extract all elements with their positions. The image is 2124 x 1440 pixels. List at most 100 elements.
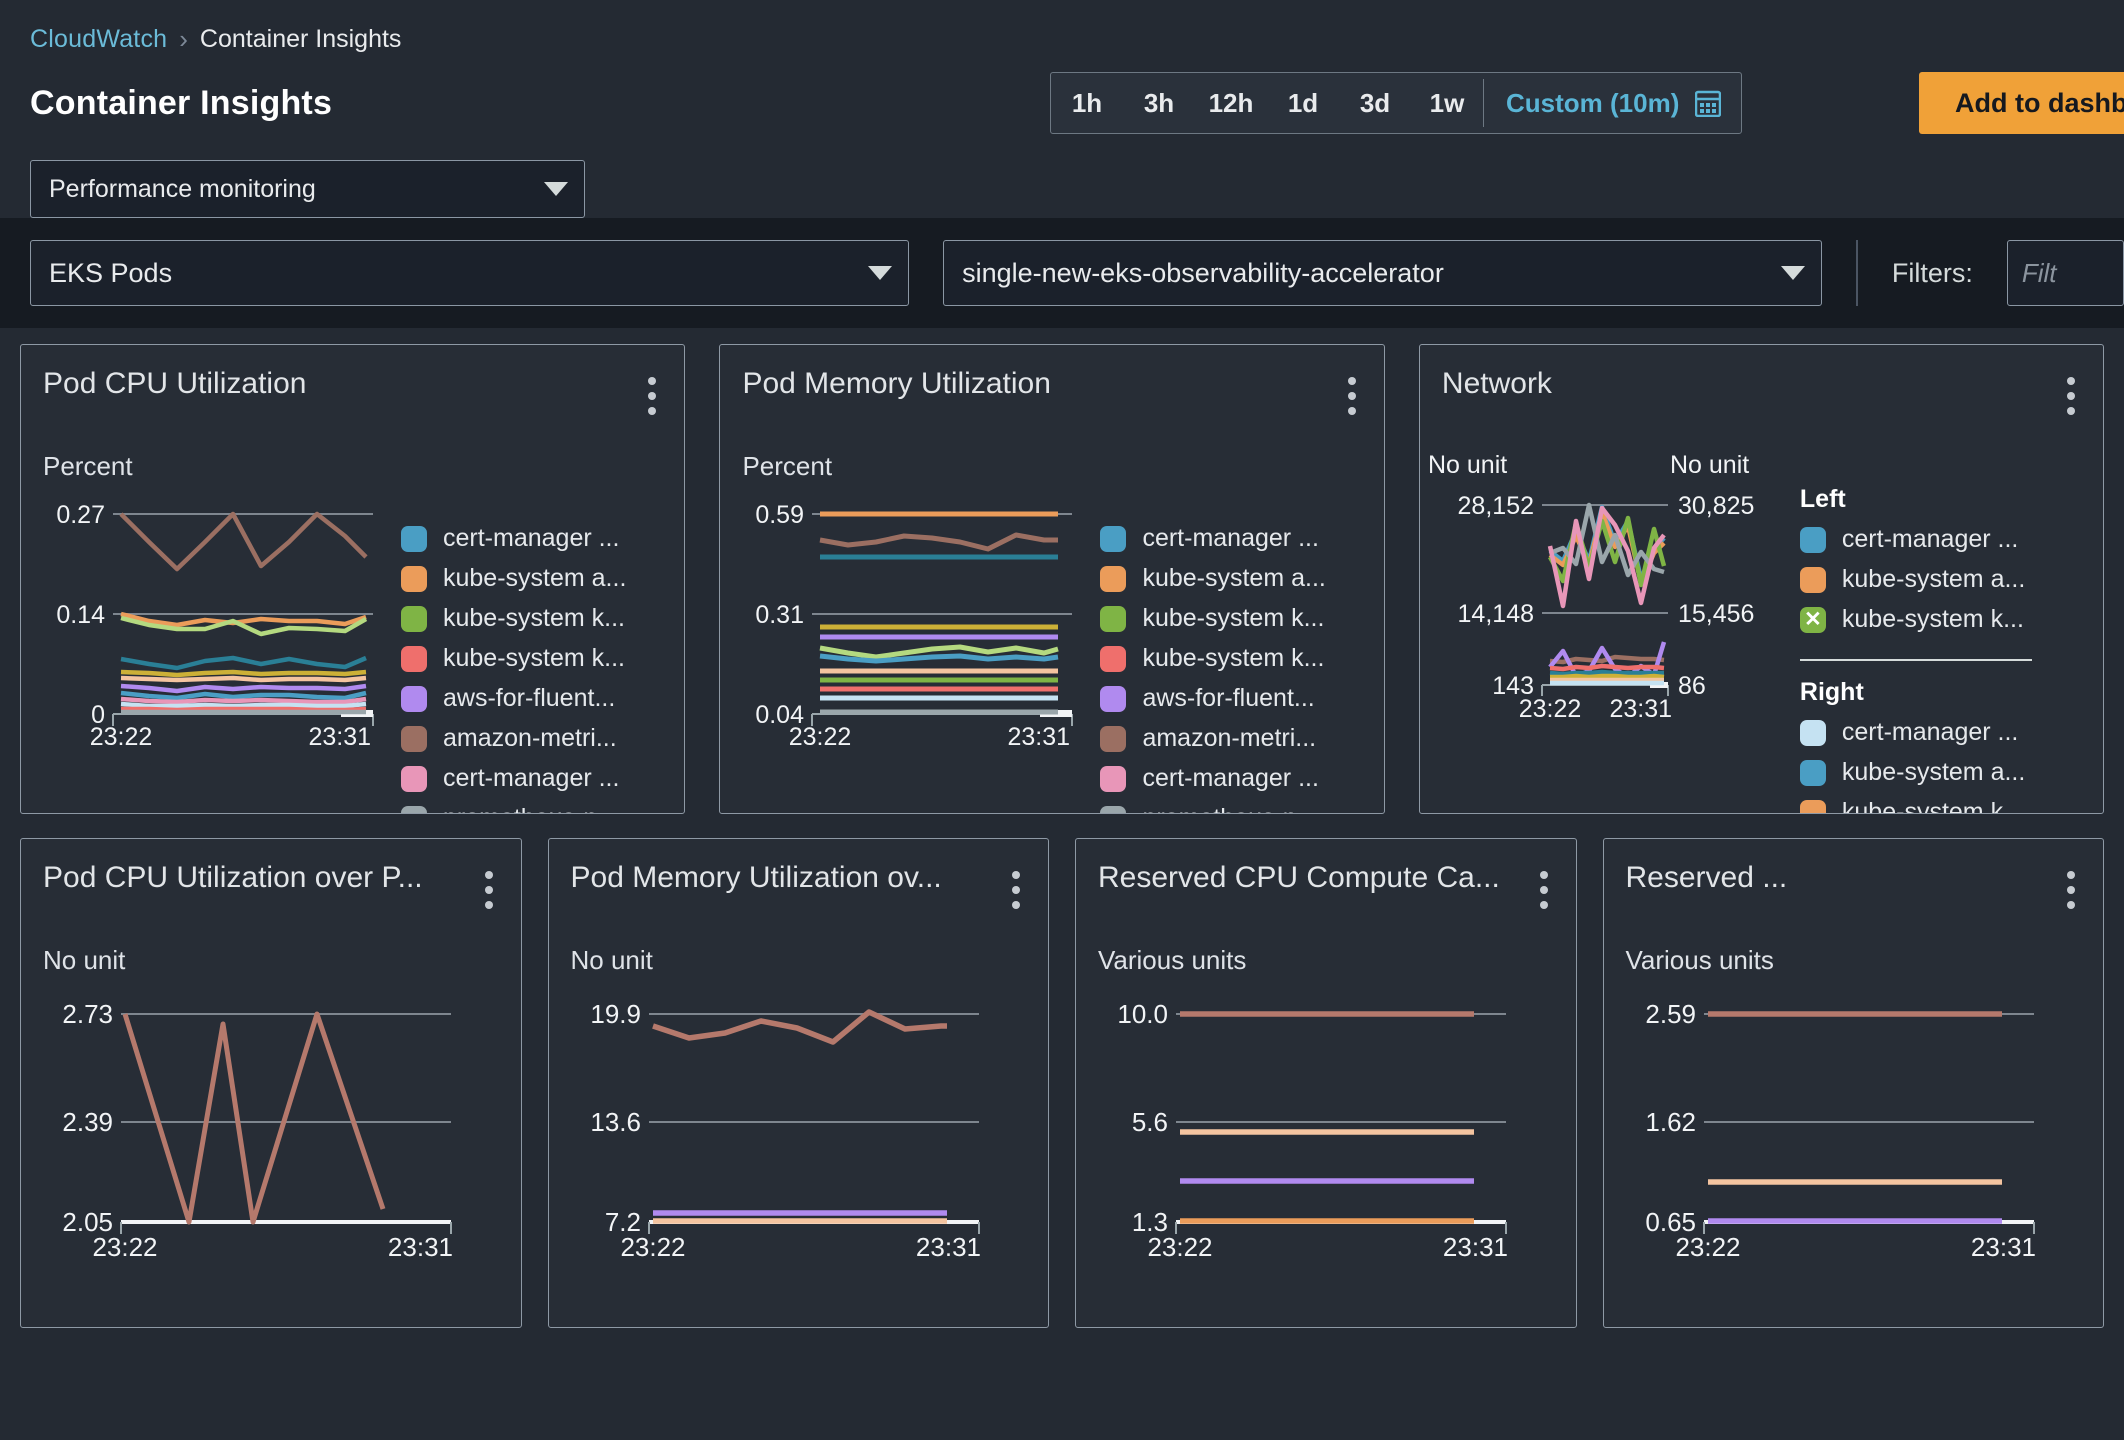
- widget-options-menu-icon[interactable]: [642, 367, 662, 425]
- add-to-dashboard-button[interactable]: Add to dashboa: [1919, 72, 2124, 134]
- widget-options-menu-icon[interactable]: [2061, 861, 2081, 919]
- x-tick-end: 23:31: [1970, 1232, 2035, 1260]
- legend-swatch-icon: [401, 766, 427, 792]
- legend-swatch-icon: [1100, 686, 1126, 712]
- legend-swatch-icon: [1800, 800, 1826, 815]
- chart-plot-area[interactable]: 19.9 13.6 7.2 23:22 23:31: [549, 976, 1049, 1260]
- performance-monitoring-select[interactable]: Performance monitoring: [30, 160, 585, 218]
- widget-reserved-memory-capacity: Reserved ... Various units 2.59 1.62 0.6…: [1603, 838, 2105, 1328]
- cluster-select[interactable]: single-new-eks-observability-accelerator: [943, 240, 1822, 306]
- widget-network: Network No unit No unit: [1419, 344, 2104, 814]
- legend-swatch-icon: [1100, 566, 1126, 592]
- time-range-3d[interactable]: 3d: [1339, 73, 1411, 133]
- legend-item[interactable]: prometheus-n...: [1100, 804, 1325, 814]
- legend-item[interactable]: aws-for-fluent...: [1100, 684, 1325, 713]
- top-chrome: CloudWatch › Container Insights Containe…: [0, 0, 2124, 218]
- y-axis-unit-label: Percent: [742, 451, 832, 481]
- legend-item[interactable]: kube-system k...: [401, 604, 626, 633]
- legend-item[interactable]: cert-manager ...: [1800, 525, 2032, 554]
- widget-title: Network: [1442, 367, 1552, 401]
- legend-item[interactable]: kube-system a...: [401, 564, 626, 593]
- right-y-tick-0: 30,825: [1678, 492, 1754, 520]
- chart-legend: cert-manager ... kube-system a... kube-s…: [401, 498, 626, 814]
- legend-item[interactable]: kube-system a...: [1800, 758, 2032, 787]
- legend-divider: [1800, 659, 2032, 661]
- x-tick-end: 23:31: [1609, 695, 1672, 723]
- widget-options-menu-icon[interactable]: [1006, 861, 1026, 919]
- chart-plot-area[interactable]: 0.27 0.14 0: [21, 498, 401, 814]
- legend-label: cert-manager ...: [443, 764, 619, 793]
- custom-range-label[interactable]: Custom (10m): [1506, 88, 1679, 119]
- legend-item[interactable]: cert-manager ...: [1100, 524, 1325, 553]
- legend-item[interactable]: amazon-metri...: [401, 724, 626, 753]
- legend-label: amazon-metri...: [1142, 724, 1316, 753]
- widget-options-menu-icon[interactable]: [479, 861, 499, 919]
- legend-swatch-hidden-icon: [1800, 607, 1826, 633]
- chart-plot-area[interactable]: No unit No unit 28,152 14,148 143: [1420, 433, 1800, 814]
- widget-row-2: Pod CPU Utilization over P... No unit 2.…: [20, 838, 2104, 1328]
- legend-swatch-icon: [1100, 806, 1126, 815]
- legend-swatch-icon: [1800, 720, 1826, 746]
- x-tick-start: 23:22: [1147, 1232, 1212, 1260]
- widget-options-menu-icon[interactable]: [2061, 367, 2081, 425]
- time-range-12h[interactable]: 12h: [1195, 73, 1267, 133]
- legend-item[interactable]: kube-system k...: [1800, 798, 2032, 814]
- widget-pod-memory-over-pod-limit: Pod Memory Utilization ov... No unit 19.…: [548, 838, 1050, 1328]
- x-tick-end: 23:31: [1443, 1232, 1508, 1260]
- filter-search-input[interactable]: Filt: [2007, 240, 2124, 306]
- legend-swatch-icon: [401, 566, 427, 592]
- widget-title: Reserved ...: [1626, 861, 1788, 895]
- x-tick-end: 23:31: [388, 1232, 453, 1260]
- time-range-3h[interactable]: 3h: [1123, 73, 1195, 133]
- legend-left-heading: Left: [1800, 485, 2032, 514]
- legend-item[interactable]: cert-manager ...: [401, 764, 626, 793]
- chart-plot-area[interactable]: 2.59 1.62 0.65 23:22 23:31: [1604, 976, 2104, 1260]
- legend-item[interactable]: kube-system k...: [1100, 644, 1325, 673]
- widget-reserved-cpu-compute-capacity: Reserved CPU Compute Ca... Various units…: [1075, 838, 1577, 1328]
- legend-label: amazon-metri...: [443, 724, 617, 753]
- y-tick-0: 19.9: [590, 999, 641, 1029]
- legend-item[interactable]: aws-for-fluent...: [401, 684, 626, 713]
- widget-options-menu-icon[interactable]: [1342, 367, 1362, 425]
- legend-item[interactable]: kube-system a...: [1800, 565, 2032, 594]
- legend-swatch-icon: [1800, 527, 1826, 553]
- legend-item[interactable]: cert-manager ...: [1800, 718, 2032, 747]
- widget-pod-memory-utilization: Pod Memory Utilization Percent 0.59: [719, 344, 1384, 814]
- legend-label: kube-system a...: [1842, 565, 2025, 594]
- legend-item[interactable]: kube-system a...: [1100, 564, 1325, 593]
- time-range-1d[interactable]: 1d: [1267, 73, 1339, 133]
- legend-item[interactable]: cert-manager ...: [1100, 764, 1325, 793]
- x-tick-start: 23:22: [92, 1232, 157, 1260]
- cluster-value: single-new-eks-observability-accelerator: [962, 258, 1444, 289]
- right-axis-unit-label: No unit: [1670, 451, 1749, 479]
- x-tick-end: 23:31: [915, 1232, 980, 1260]
- time-range-1h[interactable]: 1h: [1051, 73, 1123, 133]
- legend-item[interactable]: cert-manager ...: [401, 524, 626, 553]
- page-title: Container Insights: [30, 84, 332, 123]
- legend-label: kube-system a...: [443, 564, 626, 593]
- right-y-tick-1: 15,456: [1678, 600, 1754, 628]
- legend-item-hidden[interactable]: kube-system k...: [1800, 605, 2032, 634]
- legend-label: kube-system k...: [1142, 644, 1324, 673]
- chart-plot-area[interactable]: 0.59 0.31 0.04: [720, 498, 1100, 814]
- legend-label: kube-system k...: [1842, 798, 2024, 814]
- legend-item[interactable]: kube-system k...: [401, 644, 626, 673]
- breadcrumb-current: Container Insights: [200, 25, 402, 54]
- legend-label: kube-system a...: [1842, 758, 2025, 787]
- time-range-1w[interactable]: 1w: [1411, 73, 1483, 133]
- legend-item[interactable]: amazon-metri...: [1100, 724, 1325, 753]
- chart-legend: Left cert-manager ... kube-system a... k…: [1800, 433, 2032, 814]
- breadcrumb-cloudwatch-link[interactable]: CloudWatch: [30, 25, 167, 54]
- legend-item[interactable]: kube-system k...: [1100, 604, 1325, 633]
- legend-item[interactable]: prometheus-n...: [401, 804, 626, 814]
- resource-type-select[interactable]: EKS Pods: [30, 240, 909, 306]
- chart-plot-area[interactable]: 10.0 5.6 1.3 23:22 23:31: [1076, 976, 1576, 1260]
- x-tick-end: 23:31: [308, 723, 371, 748]
- widget-options-menu-icon[interactable]: [1534, 861, 1554, 919]
- legend-swatch-icon: [401, 526, 427, 552]
- legend-label: aws-for-fluent...: [443, 684, 615, 713]
- chart-plot-area[interactable]: 2.73 2.39 2.05 23:22 23:31: [21, 976, 521, 1260]
- filter-placeholder: Filt: [2022, 258, 2057, 289]
- y-axis-unit-label: Percent: [43, 451, 133, 481]
- calendar-icon[interactable]: [1695, 89, 1721, 117]
